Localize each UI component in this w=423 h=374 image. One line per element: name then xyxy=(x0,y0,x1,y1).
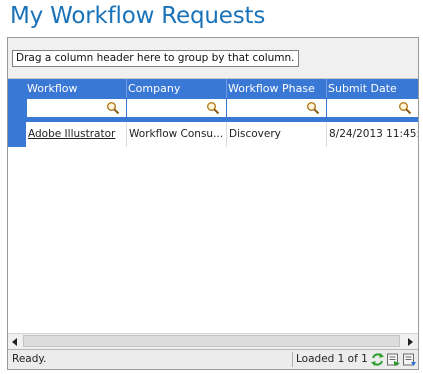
column-header-row: Workflow Company Workflow Phase Submit D… xyxy=(8,79,418,98)
filter-cell-workflow-phase[interactable] xyxy=(226,99,326,117)
scroll-left-button[interactable] xyxy=(8,334,22,349)
row-indicator[interactable] xyxy=(8,122,26,147)
loaded-count: Loaded 1 of 1 xyxy=(296,353,368,365)
column-header-workflow[interactable]: Workflow xyxy=(26,79,126,98)
search-icon[interactable] xyxy=(306,101,320,115)
page-title: My Workflow Requests xyxy=(10,3,266,29)
filter-cell-submit-date[interactable] xyxy=(326,99,418,117)
cell-workflow-phase: Discovery xyxy=(226,122,326,147)
status-bar: Ready. Loaded 1 of 1 xyxy=(8,349,418,369)
cell-submit-date: 8/24/2013 11:45:0... xyxy=(326,122,418,147)
cell-company: Workflow Consu... xyxy=(126,122,226,147)
filter-cell-workflow[interactable] xyxy=(26,99,126,117)
scroll-thumb[interactable] xyxy=(23,335,400,347)
filter-cell-company[interactable] xyxy=(126,99,226,117)
cell-workflow-link[interactable]: Adobe Illustrator xyxy=(26,122,126,147)
table-row[interactable]: Adobe Illustrator Workflow Consu... Disc… xyxy=(8,122,418,147)
search-icon[interactable] xyxy=(398,101,412,115)
search-icon[interactable] xyxy=(206,101,220,115)
group-panel[interactable]: Drag a column header here to group by th… xyxy=(8,38,418,79)
chevron-right-icon xyxy=(408,337,413,346)
scroll-right-button[interactable] xyxy=(403,334,417,349)
row-indicator-header xyxy=(8,79,26,98)
column-header-company[interactable]: Company xyxy=(126,79,226,98)
status-text: Ready. xyxy=(12,353,47,365)
export-icon[interactable] xyxy=(386,352,401,367)
workflow-grid: Drag a column header here to group by th… xyxy=(7,37,419,370)
filter-row xyxy=(8,98,418,118)
chevron-left-icon xyxy=(12,337,17,346)
status-divider xyxy=(292,352,293,367)
group-hint: Drag a column header here to group by th… xyxy=(12,50,299,67)
horizontal-scrollbar[interactable] xyxy=(8,333,418,349)
column-header-workflow-phase[interactable]: Workflow Phase xyxy=(226,79,326,98)
column-header-submit-date[interactable]: Submit Date xyxy=(326,79,418,98)
refresh-icon[interactable] xyxy=(370,352,385,367)
search-icon[interactable] xyxy=(106,101,120,115)
settings-icon[interactable] xyxy=(402,352,417,367)
